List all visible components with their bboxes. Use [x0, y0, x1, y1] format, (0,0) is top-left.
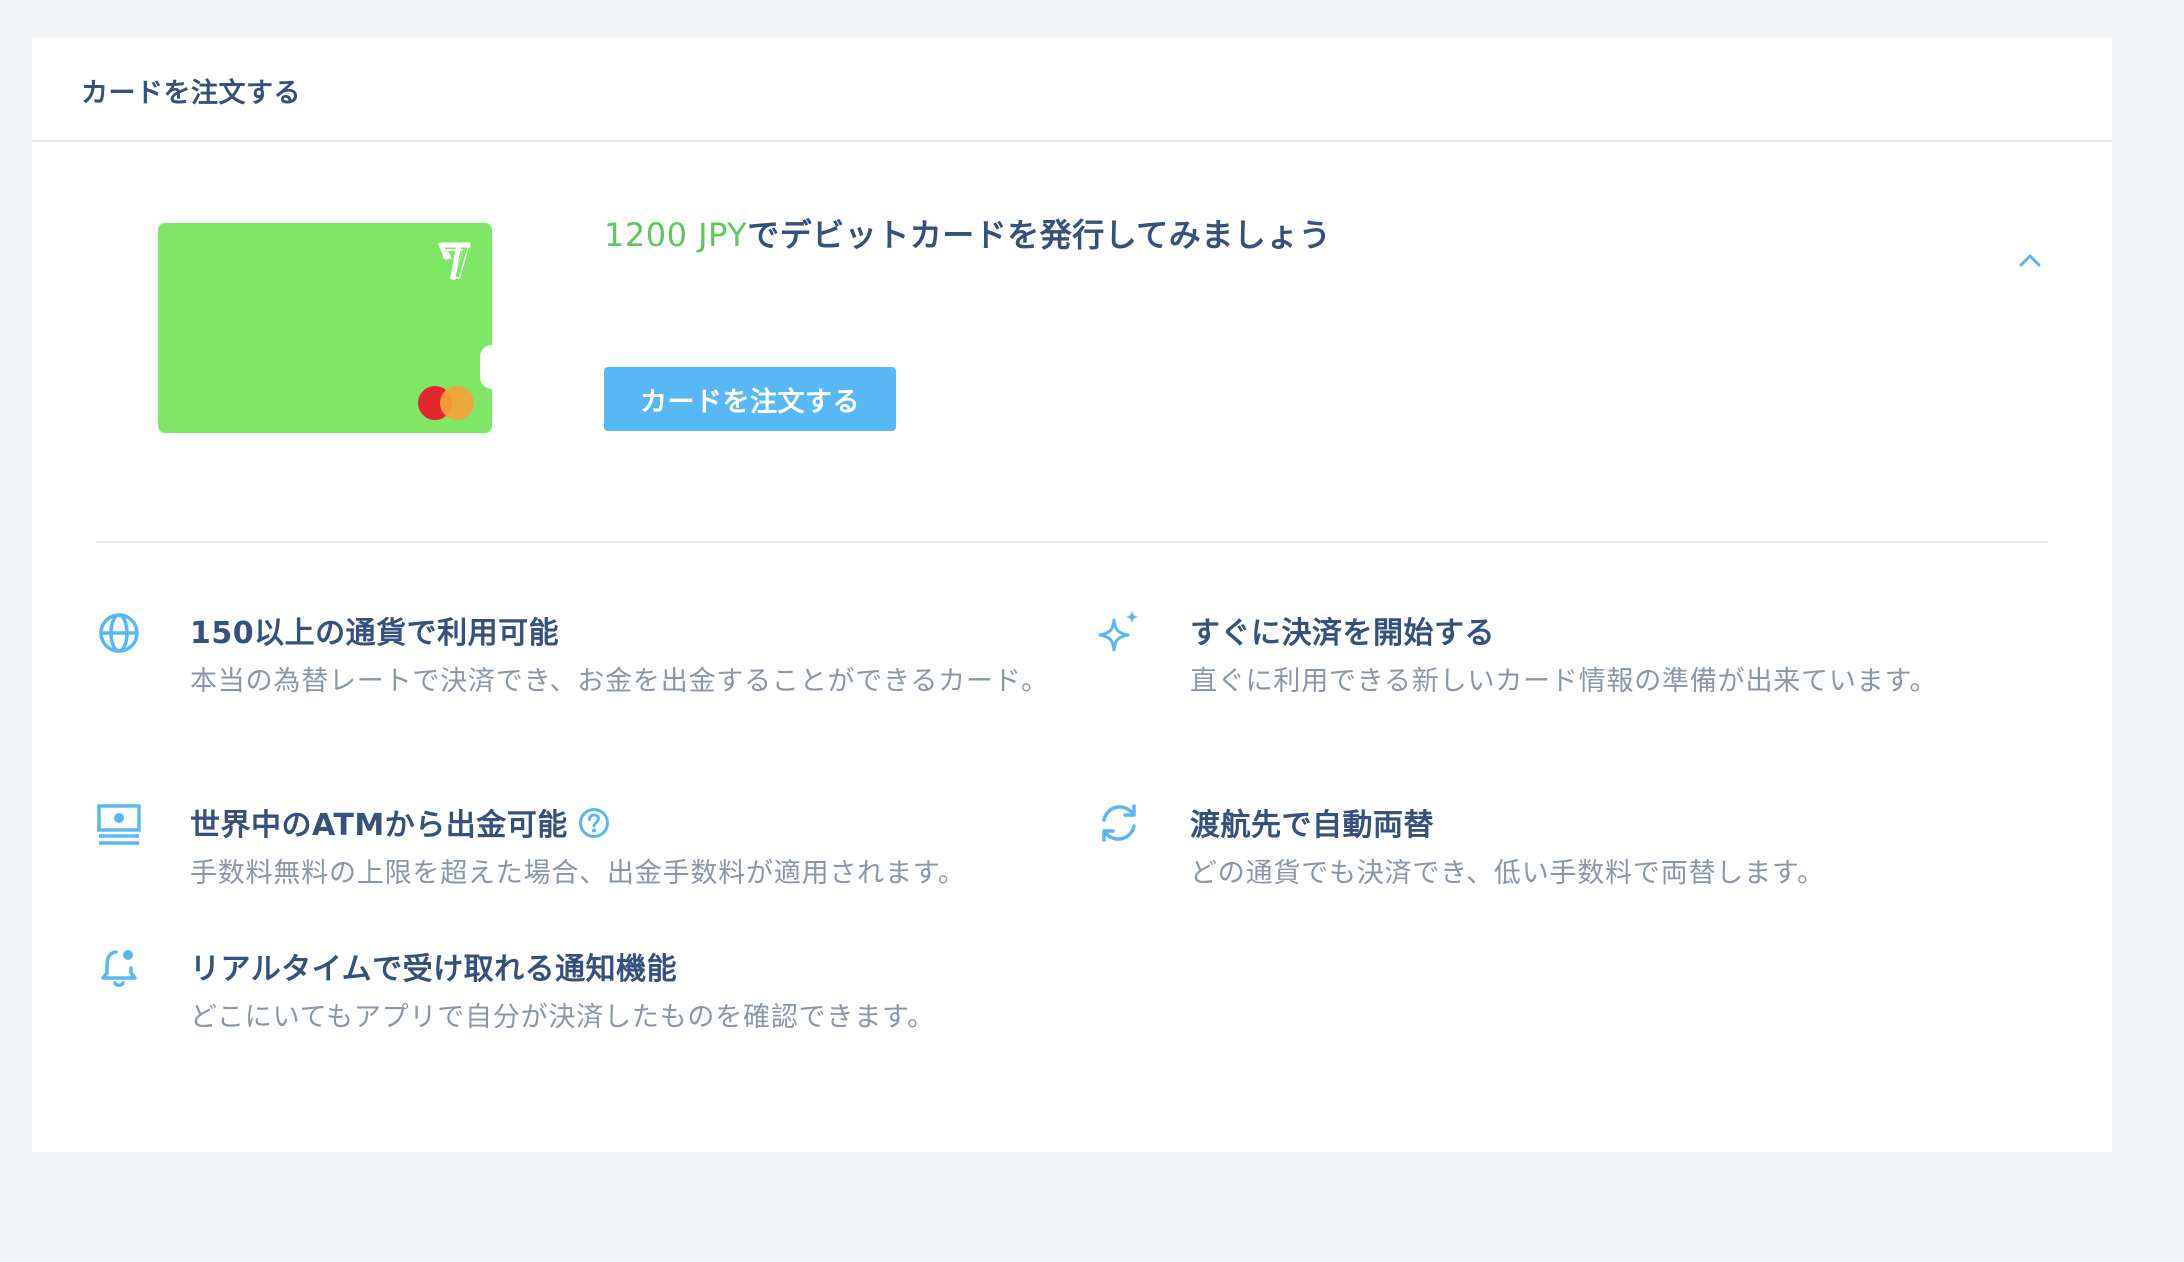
refresh-icon: [1102, 804, 1136, 842]
wise-flag-icon: [438, 242, 471, 280]
offer-headline: 1200 JPYでデビットカードを発行してみましょう: [604, 210, 1331, 256]
feature-title-text: 世界中のATMから出金可能: [190, 808, 568, 843]
feature-description: 本当の為替レートで決済でき、お金を出金することができるカード。: [190, 666, 1049, 697]
debit-card-illustration: [158, 223, 504, 433]
feature-title: すぐに決済を開始する: [1190, 616, 1495, 651]
mastercard-icon: [418, 386, 474, 420]
feature-description: どの通貨でも決済でき、低い手数料で両替します。: [1190, 858, 1825, 889]
chevron-up-icon[interactable]: [2012, 242, 2048, 278]
feature-description: 手数料無料の上限を超えた場合、出金手数料が適用されます。: [190, 858, 966, 889]
order-card-button[interactable]: カードを注文する: [604, 367, 896, 431]
feature-title: リアルタイムで受け取れる通知機能: [190, 952, 678, 987]
feature-description: 直ぐに利用できる新しいカード情報の準備が出来ています。: [1190, 666, 1938, 697]
card-fee-amount: 1200 JPY: [604, 216, 748, 254]
panel-header: カードを注文する: [32, 38, 2112, 142]
card-notch: [480, 345, 504, 389]
cash-icon: [97, 804, 141, 845]
bell-icon: [101, 950, 137, 987]
offer-headline-text: でデビットカードを発行してみましょう: [747, 216, 1332, 254]
page: カードを注文する 1200 JPYでデビットカードを発行してみましょう カードを…: [0, 0, 2184, 1262]
section-divider: [96, 541, 2048, 543]
panel-title: カードを注文する: [81, 78, 301, 109]
sparkle-icon: [1098, 610, 1139, 652]
globe-icon: [99, 613, 139, 653]
order-card-panel: カードを注文する 1200 JPYでデビットカードを発行してみましょう カードを…: [32, 38, 2112, 1152]
question-circle-icon[interactable]: [578, 807, 610, 839]
feature-description: どこにいてもアプリで自分が決済したものを確認できます。: [190, 1002, 935, 1033]
feature-title: 渡航先で自動両替: [1190, 808, 1434, 843]
feature-title: 世界中のATMから出金可能: [190, 800, 610, 844]
feature-title: 150以上の通貨で利用可能: [190, 616, 560, 651]
